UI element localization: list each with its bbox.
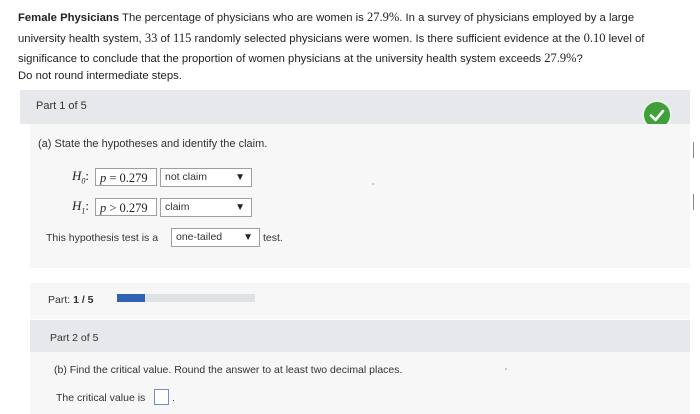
scrollbar-edge[interactable]: [693, 194, 700, 210]
test-type-prefix: This hypothesis test is a: [46, 232, 159, 244]
scrollbar-edge[interactable]: [693, 142, 700, 158]
part2-body: [30, 352, 690, 414]
sample-size-value: 115: [173, 30, 192, 45]
progress-bar-fill: [117, 294, 145, 302]
critical-value-suffix: .: [172, 392, 175, 404]
problem-text: ?: [576, 53, 583, 65]
critical-value-prefix: The critical value is: [56, 392, 146, 404]
problem-line-2: university health system, 33 of 115 rand…: [18, 29, 678, 50]
h1-claim-select[interactable]: claim ▼: [160, 198, 252, 217]
h1-label: H1:: [72, 198, 89, 216]
problem-title: Female Physicians: [18, 12, 120, 24]
problem-text: university health system,: [18, 32, 145, 45]
part2-header: Part 2 of 5: [30, 320, 690, 352]
h1-expression-field[interactable]: p > 0.279: [95, 198, 157, 216]
problem-text: significance to conclude that the propor…: [18, 53, 545, 65]
part1-header-label: Part 1 of 5: [36, 100, 87, 112]
part2-header-label: Part 2 of 5: [50, 332, 99, 344]
alpha-value: 0.10: [583, 30, 606, 45]
test-type-value: one-tailed: [176, 231, 223, 243]
progress-value: 1 / 5: [73, 294, 94, 306]
problem-text: level of: [605, 32, 645, 45]
dropdown-arrow-icon: ▼: [243, 232, 253, 243]
critical-value-input[interactable]: [154, 389, 169, 405]
problem-text: randomly selected physicians were women.…: [191, 32, 584, 45]
problem-line-1: Female Physicians The percentage of phys…: [18, 8, 678, 29]
problem-text: . In a survey of physicians employed by …: [399, 12, 635, 24]
h1-claim-value: claim: [165, 201, 190, 213]
percentage-value: 27.9%: [544, 51, 577, 65]
h1-expr-value: > 0.279: [106, 201, 148, 215]
dropdown-arrow-icon: ▼: [235, 172, 245, 183]
progress-bar: [117, 294, 255, 302]
h0-symbol: H: [72, 168, 82, 183]
h0-claim-value: not claim: [165, 171, 208, 183]
count-value: 33: [144, 30, 158, 45]
percentage-value: 27.9%: [366, 10, 400, 24]
h0-label: H0:: [72, 168, 89, 186]
test-type-select[interactable]: one-tailed ▼: [171, 228, 260, 247]
problem-statement: Female Physicians The percentage of phys…: [18, 8, 678, 83]
problem-line-3: significance to conclude that the propor…: [18, 49, 678, 70]
problem-text: The percentage of physicians who are wom…: [119, 12, 367, 24]
progress-prefix: Part:: [48, 294, 74, 306]
part1-question: (a) State the hypotheses and identify th…: [38, 138, 268, 150]
part1-header: Part 1 of 5: [20, 90, 690, 124]
h1-colon: :: [85, 198, 90, 213]
progress-label: Part: 1 / 5: [48, 294, 94, 306]
h0-expr-value: = 0.279: [106, 171, 148, 185]
h0-expression-field[interactable]: p = 0.279: [95, 168, 157, 186]
speck: [505, 368, 507, 370]
h1-symbol: H: [72, 198, 82, 213]
part2-question: (b) Find the critical value. Round the a…: [54, 364, 403, 376]
h0-colon: :: [85, 168, 90, 183]
test-type-suffix: test.: [263, 232, 283, 244]
problem-line-4: Do not round intermediate steps.: [18, 69, 182, 82]
problem-text: of: [157, 32, 174, 45]
dropdown-arrow-icon: ▼: [235, 202, 245, 213]
h0-claim-select[interactable]: not claim ▼: [160, 168, 252, 187]
speck: [372, 183, 374, 185]
